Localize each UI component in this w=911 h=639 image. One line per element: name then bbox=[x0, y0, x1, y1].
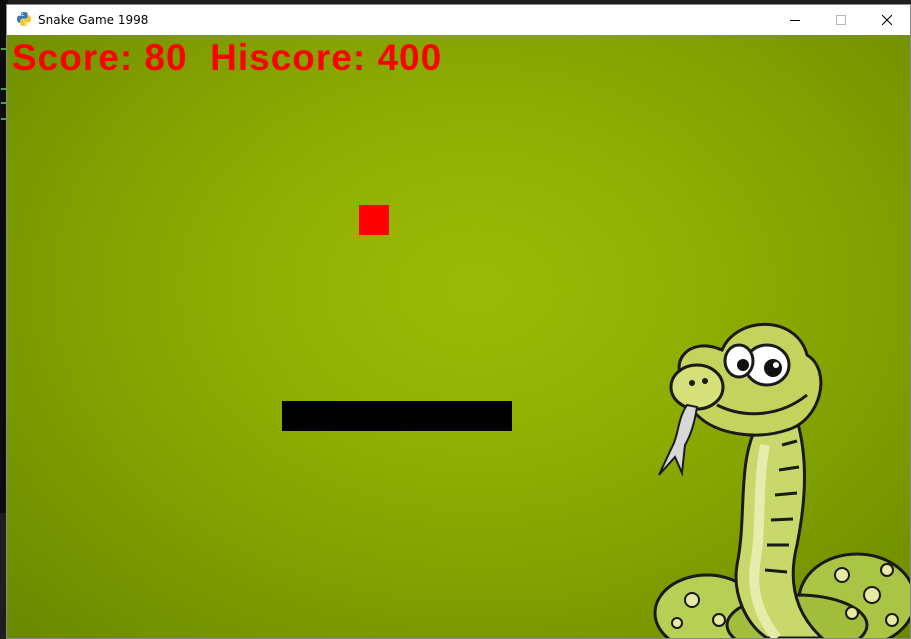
title-bar[interactable]: Snake Game 1998 bbox=[7, 5, 910, 35]
score-display: Score: 80 Hiscore: 400 bbox=[12, 37, 443, 78]
snake-mascot-illustration bbox=[653, 322, 910, 638]
snake-body bbox=[282, 401, 512, 431]
window-title: Snake Game 1998 bbox=[38, 13, 149, 27]
close-button[interactable] bbox=[864, 5, 910, 35]
food-block bbox=[359, 205, 389, 235]
minimize-icon bbox=[790, 20, 800, 21]
maximize-icon bbox=[836, 15, 846, 25]
minimize-button[interactable] bbox=[772, 5, 818, 35]
python-icon bbox=[17, 12, 31, 26]
close-icon bbox=[882, 15, 892, 25]
game-canvas[interactable]: Score: 80 Hiscore: 400 bbox=[7, 35, 910, 638]
game-window: Snake Game 1998 Score: 80 Hiscore: 400 bbox=[6, 4, 911, 639]
maximize-button[interactable] bbox=[818, 5, 864, 35]
